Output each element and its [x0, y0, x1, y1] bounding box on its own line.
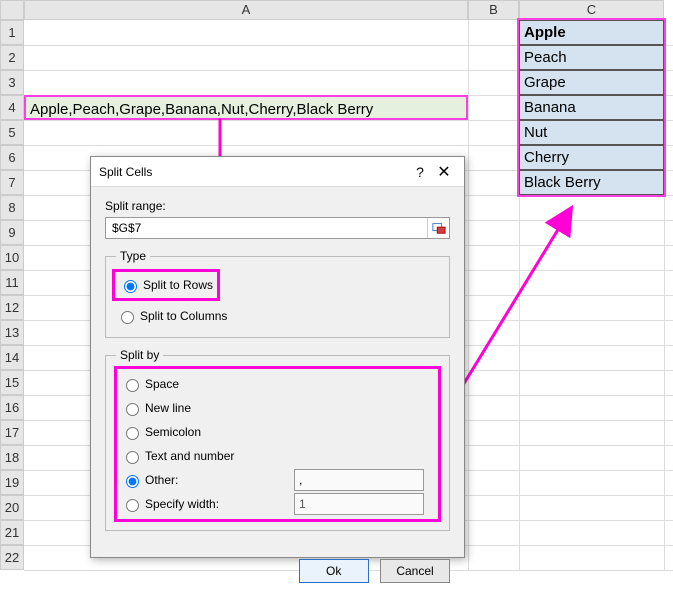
width-input[interactable] [294, 493, 424, 515]
radio-text-and-number[interactable]: Text and number [121, 445, 294, 467]
row-header-1[interactable]: 1 [0, 20, 24, 45]
row-header-18[interactable]: 18 [0, 445, 24, 470]
col-header-A[interactable]: A [24, 0, 468, 20]
radio-newline[interactable]: New line [121, 397, 294, 419]
grid-corner [0, 0, 24, 20]
row-header-21[interactable]: 21 [0, 520, 24, 545]
dialog-buttons: Ok Cancel [91, 551, 464, 591]
radio-split-to-columns-input[interactable] [121, 311, 134, 324]
row-header-19[interactable]: 19 [0, 470, 24, 495]
ok-button[interactable]: Ok [299, 559, 369, 583]
row-header-5[interactable]: 5 [0, 120, 24, 145]
split-range-label: Split range: [105, 199, 450, 213]
close-button[interactable]: ✕ [432, 162, 456, 182]
radio-split-to-columns[interactable]: Split to Columns [116, 305, 439, 327]
splitby-legend: Split by [116, 348, 163, 362]
type-legend: Type [116, 249, 150, 263]
radio-specify-width[interactable]: Specify width: [121, 493, 294, 515]
row-header-20[interactable]: 20 [0, 495, 24, 520]
highlight-split-to-rows: Split to Rows [112, 269, 220, 301]
help-button[interactable]: ? [408, 164, 432, 180]
row-header-8[interactable]: 8 [0, 195, 24, 220]
dialog-title: Split Cells [99, 165, 408, 179]
row-header-7[interactable]: 7 [0, 170, 24, 195]
row-header-3[interactable]: 3 [0, 70, 24, 95]
other-delimiter-input[interactable] [294, 469, 424, 491]
radio-split-to-columns-label: Split to Columns [140, 309, 227, 323]
radio-split-to-rows[interactable]: Split to Rows [119, 274, 213, 296]
row-header-14[interactable]: 14 [0, 345, 24, 370]
result-cell-3[interactable]: Grape [519, 70, 664, 95]
radio-split-to-rows-input[interactable] [124, 280, 137, 293]
type-fieldset: Type Split to Rows Split to Columns [105, 249, 450, 338]
row-header-4[interactable]: 4 [0, 95, 24, 120]
row-header-16[interactable]: 16 [0, 395, 24, 420]
row-header-22[interactable]: 22 [0, 545, 24, 570]
result-cell-2[interactable]: Peach [519, 45, 664, 70]
row-header-6[interactable]: 6 [0, 145, 24, 170]
range-input-group [105, 217, 450, 239]
row-header-11[interactable]: 11 [0, 270, 24, 295]
radio-split-to-rows-label: Split to Rows [143, 278, 213, 292]
result-cell-6[interactable]: Cherry [519, 145, 664, 170]
row-header-10[interactable]: 10 [0, 245, 24, 270]
row-header-12[interactable]: 12 [0, 295, 24, 320]
radio-semicolon[interactable]: Semicolon [121, 421, 294, 443]
row-header-2[interactable]: 2 [0, 45, 24, 70]
row-header-15[interactable]: 15 [0, 370, 24, 395]
row-header-17[interactable]: 17 [0, 420, 24, 445]
range-picker-icon [432, 221, 446, 235]
row-header-13[interactable]: 13 [0, 320, 24, 345]
result-cell-5[interactable]: Nut [519, 120, 664, 145]
splitby-fieldset: Split by Space New line Semicolon Text a… [105, 348, 450, 531]
result-cell-4[interactable]: Banana [519, 95, 664, 120]
result-column: Apple Peach Grape Banana Nut Cherry Blac… [519, 20, 664, 195]
range-picker-button[interactable] [427, 218, 449, 238]
cancel-button[interactable]: Cancel [380, 559, 450, 583]
highlight-splitby: Space New line Semicolon Text and number… [114, 366, 441, 522]
result-cell-7[interactable]: Black Berry [519, 170, 664, 195]
row-header-9[interactable]: 9 [0, 220, 24, 245]
split-cells-dialog: Split Cells ? ✕ Split range: Type Split … [90, 156, 465, 558]
range-input[interactable] [106, 218, 427, 238]
col-header-B[interactable]: B [468, 0, 519, 20]
radio-space[interactable]: Space [121, 373, 294, 395]
result-cell-1[interactable]: Apple [519, 20, 664, 45]
col-header-C[interactable]: C [519, 0, 664, 20]
cell-A4[interactable]: Apple,Peach,Grape,Banana,Nut,Cherry,Blac… [24, 95, 468, 120]
radio-other[interactable]: Other: [121, 469, 294, 491]
dialog-titlebar[interactable]: Split Cells ? ✕ [91, 157, 464, 187]
